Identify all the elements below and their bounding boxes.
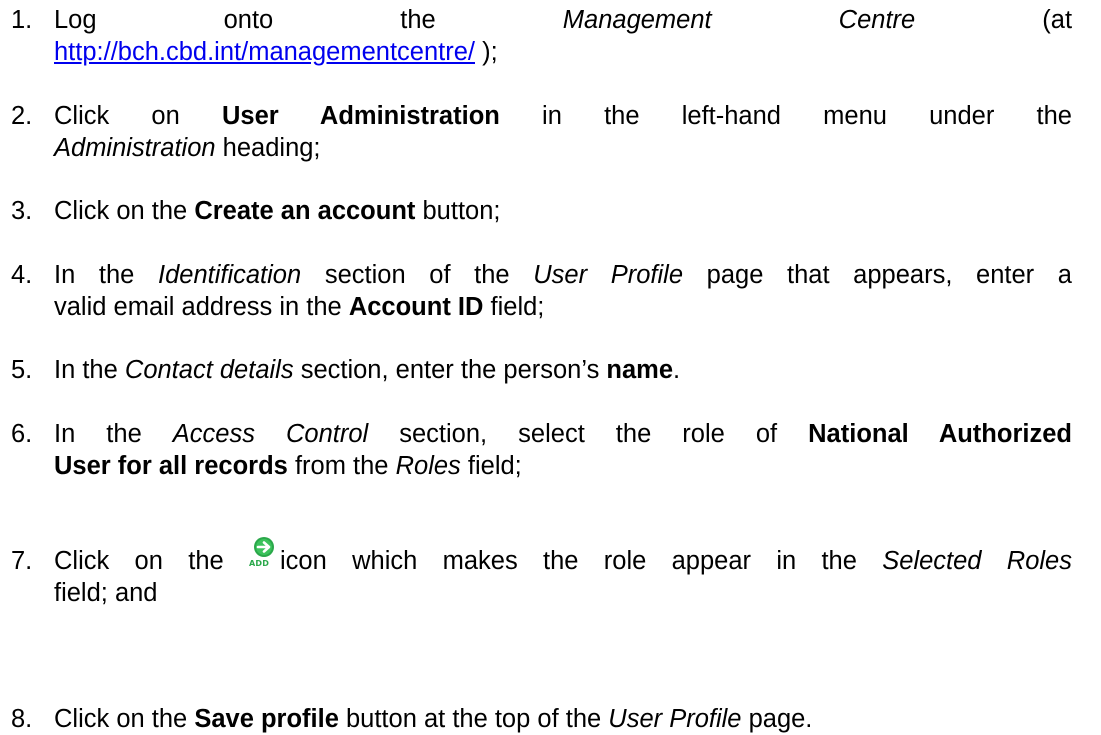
save-profile-term: Save profile [194,705,339,733]
step-number: 8. [11,705,33,733]
step-number: 1. [11,6,33,34]
step-number: 2. [11,102,33,130]
step-text: Click on the ADD icon which makes the rol… [54,537,1072,609]
instruction-list: 1. Log onto the Management Centre (at ht… [0,0,1101,733]
user-profile-term: User Profile [533,261,684,289]
add-arrow-icon-graphic [254,537,274,557]
step-word: the [400,6,436,34]
step-word: onto [223,6,274,34]
step-text: Click on the Save profile button at the … [54,705,813,733]
create-account-term: Create an account [194,197,416,225]
access-control-term: Access Control [172,420,369,448]
management-centre-term: Centre [838,6,916,34]
identification-term: Identification [158,261,302,289]
step-text: Log onto the Management Centre (at http:… [54,4,1072,68]
national-authorized-term: National Authorized [808,420,1072,448]
step-word: Log [54,6,97,34]
name-term: name [606,356,674,384]
step-number: 7. [11,547,33,575]
management-centre-term: Management [562,6,712,34]
step-number: 6. [11,420,33,448]
user-administration-term: User Administration [221,102,500,130]
add-arrow-icon: ADD [249,537,279,572]
step-number: 3. [11,197,33,225]
user-all-records-term: User for all records [54,452,288,480]
step-text-end: ); [482,38,498,66]
add-icon-label: ADD [249,559,270,568]
contact-details-term: Contact details [124,356,294,384]
user-profile-term: User Profile [608,705,742,733]
account-id-term: Account ID [348,293,484,321]
step-text: In the Contact details section, enter th… [54,356,681,384]
roles-term: Roles [395,452,461,480]
step-number: 5. [11,356,33,384]
step-text: In the Access Control section, select th… [54,420,1072,480]
step-number: 4. [11,261,33,289]
management-centre-link[interactable]: http://bch.cbd.int/managementcentre/ [54,38,475,66]
selected-roles-term: Selected Roles [882,547,1072,575]
step-text: Click on the Create an account button; [54,197,501,225]
step-word: (at [1042,6,1073,34]
step-text: In the Identification section of the Use… [54,261,1072,321]
step-text: Click on User Administration in the left… [54,102,1072,162]
administration-term: Administration [54,134,216,162]
